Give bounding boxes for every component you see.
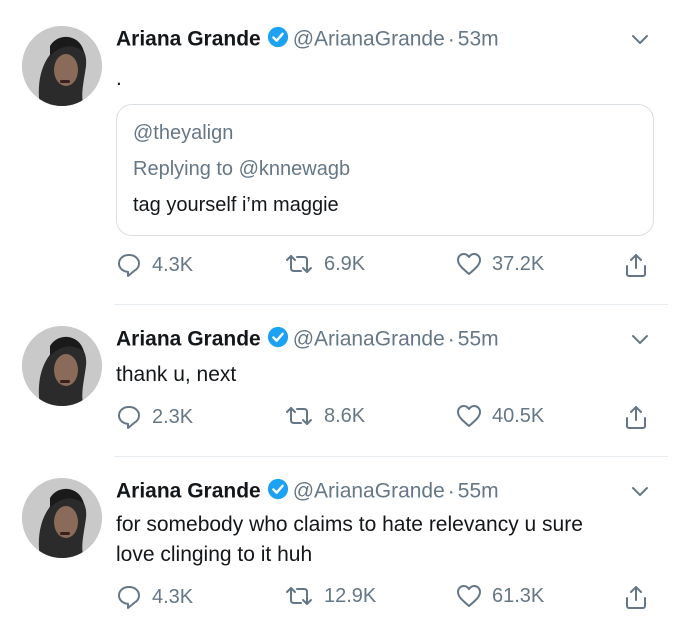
author-handle[interactable]: @ArianaGrande	[293, 480, 445, 503]
divider	[114, 456, 668, 457]
share-icon	[624, 584, 648, 610]
avatar[interactable]	[22, 326, 102, 406]
tweet[interactable]: Ariana Grande @ArianaGrande · 55m for someb…	[0, 478, 694, 628]
quoted-tweet[interactable]: @theyalign Replying to @knnewagb tag you…	[116, 104, 654, 236]
tweet-text: .	[116, 67, 122, 90]
retweet-icon	[284, 252, 314, 276]
share-icon	[624, 252, 648, 278]
share-button[interactable]	[624, 404, 648, 430]
retweet-icon	[284, 404, 314, 428]
author-handle[interactable]: @ArianaGrande	[293, 28, 445, 51]
separator: ·	[447, 327, 455, 351]
tweet-text: for somebody who claims to hate relevanc…	[116, 510, 654, 570]
verified-badge-icon	[267, 478, 289, 505]
like-button[interactable]: 61.3K	[456, 584, 544, 608]
tweet[interactable]: Ariana Grande @ArianaGrande · 55m thank u, …	[0, 326, 694, 452]
like-count: 40.5K	[492, 404, 545, 427]
quoted-text: tag yourself i’m maggie	[133, 194, 339, 216]
like-count: 61.3K	[492, 584, 545, 607]
separator: ·	[447, 27, 455, 51]
reply-count: 2.3K	[152, 405, 194, 428]
tweet-header: Ariana Grande @ArianaGrande · 55m	[116, 478, 499, 510]
retweet-count: 8.6K	[324, 404, 366, 427]
like-icon	[456, 584, 482, 608]
like-button[interactable]: 40.5K	[456, 404, 544, 428]
share-icon	[624, 404, 648, 430]
author-name[interactable]: Ariana Grande	[116, 28, 261, 51]
like-button[interactable]: 37.2K	[456, 252, 544, 276]
quoted-handle: @theyalign	[133, 122, 234, 144]
author-name[interactable]: Ariana Grande	[116, 480, 261, 503]
retweet-count: 12.9K	[324, 584, 377, 607]
like-count: 37.2K	[492, 252, 545, 275]
avatar[interactable]	[22, 26, 102, 106]
verified-badge-icon	[267, 326, 289, 353]
reply-icon	[116, 584, 142, 610]
tweet-header: Ariana Grande @ArianaGrande · 53m	[116, 26, 499, 58]
action-bar: 2.3K 8.6K 40.5K	[116, 404, 662, 436]
retweet-count: 6.9K	[324, 252, 366, 275]
tweet-header: Ariana Grande @ArianaGrande · 55m	[116, 326, 499, 358]
reply-button[interactable]: 2.3K	[116, 404, 193, 430]
tweet-text-line: love clinging to it huh	[116, 543, 313, 566]
like-icon	[456, 252, 482, 276]
reply-count: 4.3K	[152, 585, 194, 608]
replying-to: Replying to @knnewagb	[133, 158, 351, 180]
timestamp[interactable]: 55m	[458, 328, 499, 351]
action-bar: 4.3K 6.9K 37.2K	[116, 252, 662, 284]
reply-button[interactable]: 4.3K	[116, 584, 193, 610]
chevron-down-icon[interactable]	[628, 480, 652, 509]
reply-count: 4.3K	[152, 253, 194, 276]
like-icon	[456, 404, 482, 428]
retweet-button[interactable]: 6.9K	[284, 252, 365, 276]
author-handle[interactable]: @ArianaGrande	[293, 328, 445, 351]
action-bar: 4.3K 12.9K 61.3K	[116, 584, 662, 616]
chevron-down-icon[interactable]	[628, 28, 652, 57]
timestamp[interactable]: 53m	[458, 28, 499, 51]
author-name[interactable]: Ariana Grande	[116, 328, 261, 351]
retweet-icon	[284, 584, 314, 608]
avatar-image	[22, 26, 102, 106]
divider	[114, 304, 668, 305]
share-button[interactable]	[624, 252, 648, 278]
reply-icon	[116, 404, 142, 430]
avatar-image	[22, 326, 102, 406]
retweet-button[interactable]: 8.6K	[284, 404, 365, 428]
avatar-image	[22, 478, 102, 558]
reply-icon	[116, 252, 142, 278]
share-button[interactable]	[624, 584, 648, 610]
retweet-button[interactable]: 12.9K	[284, 584, 376, 608]
timestamp[interactable]: 55m	[458, 480, 499, 503]
tweet[interactable]: Ariana Grande @ArianaGrande · 53m . @theyal…	[0, 26, 694, 304]
verified-badge-icon	[267, 26, 289, 53]
tweet-text: thank u, next	[116, 363, 237, 386]
reply-button[interactable]: 4.3K	[116, 252, 193, 278]
tweet-text-line: for somebody who claims to hate relevanc…	[116, 513, 583, 536]
chevron-down-icon[interactable]	[628, 328, 652, 357]
avatar[interactable]	[22, 478, 102, 558]
separator: ·	[447, 479, 455, 503]
